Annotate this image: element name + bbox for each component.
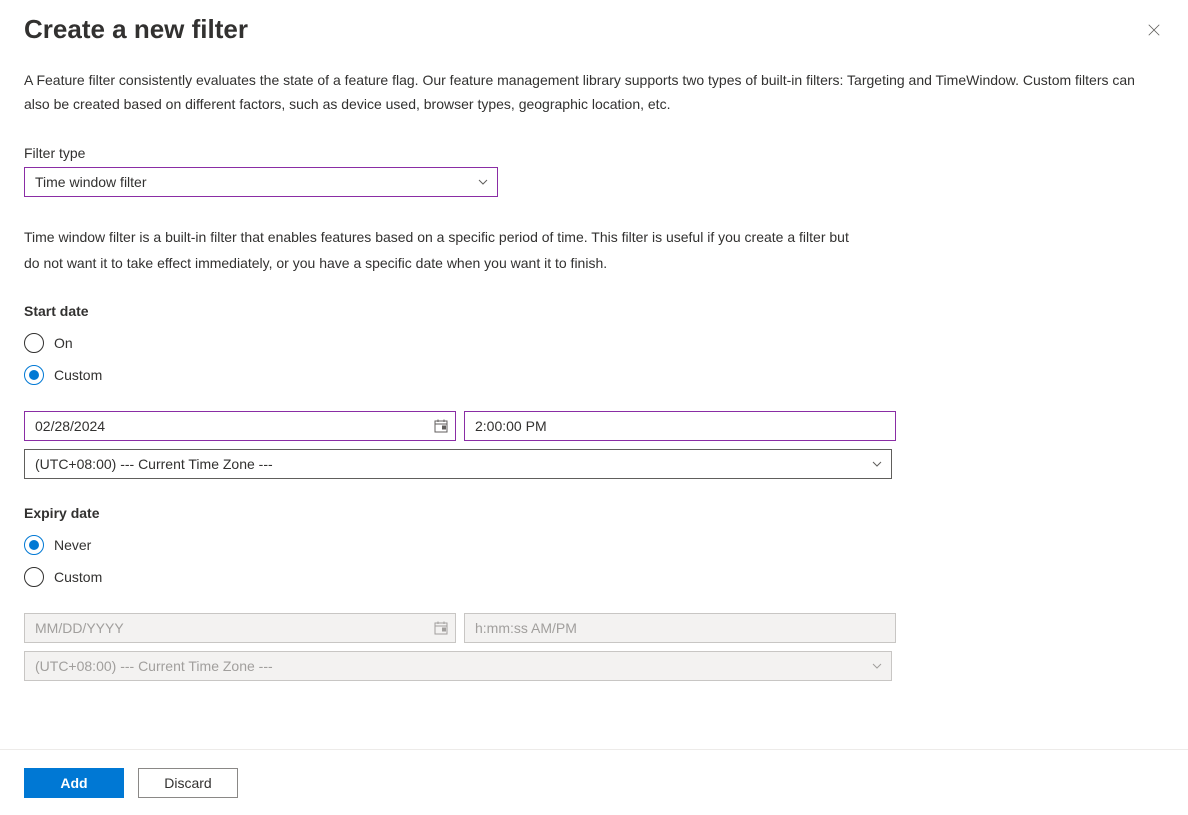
chevron-down-icon xyxy=(871,458,883,470)
radio-icon xyxy=(24,365,44,385)
expiry-date-label: Expiry date xyxy=(24,505,1164,521)
filter-type-label: Filter type xyxy=(24,145,1164,161)
add-button[interactable]: Add xyxy=(24,768,124,798)
radio-label: Custom xyxy=(54,367,102,383)
close-button[interactable] xyxy=(1144,20,1164,40)
expiry-date-radio-group: Never Custom xyxy=(24,529,1164,593)
radio-label: Custom xyxy=(54,569,102,585)
start-date-input[interactable]: 02/28/2024 xyxy=(24,411,456,441)
filter-type-value: Time window filter xyxy=(35,174,147,190)
radio-label: Never xyxy=(54,537,91,553)
page-title: Create a new filter xyxy=(24,14,248,45)
chevron-down-icon xyxy=(871,660,883,672)
start-date-value: 02/28/2024 xyxy=(35,418,105,434)
expiry-timezone-value: (UTC+08:00) --- Current Time Zone --- xyxy=(35,658,273,674)
radio-label: On xyxy=(54,335,73,351)
filter-type-dropdown[interactable]: Time window filter xyxy=(24,167,498,197)
start-timezone-value: (UTC+08:00) --- Current Time Zone --- xyxy=(35,456,273,472)
radio-icon xyxy=(24,333,44,353)
start-date-radio-on[interactable]: On xyxy=(24,327,1164,359)
start-time-value: 2:00:00 PM xyxy=(475,418,547,434)
start-timezone-dropdown[interactable]: (UTC+08:00) --- Current Time Zone --- xyxy=(24,449,892,479)
start-date-radio-custom[interactable]: Custom xyxy=(24,359,1164,391)
calendar-icon[interactable] xyxy=(433,418,449,434)
filter-type-explain: Time window filter is a built-in filter … xyxy=(24,225,864,277)
radio-icon xyxy=(24,535,44,555)
calendar-icon xyxy=(433,620,449,636)
expiry-time-input: h:mm:ss AM/PM xyxy=(464,613,896,643)
start-date-label: Start date xyxy=(24,303,1164,319)
radio-icon xyxy=(24,567,44,587)
chevron-down-icon xyxy=(477,176,489,188)
close-icon xyxy=(1147,23,1161,37)
description-text: A Feature filter consistently evaluates … xyxy=(24,69,1164,117)
expiry-date-placeholder: MM/DD/YYYY xyxy=(35,620,124,636)
start-time-input[interactable]: 2:00:00 PM xyxy=(464,411,896,441)
discard-button[interactable]: Discard xyxy=(138,768,238,798)
footer: Add Discard xyxy=(0,749,1188,815)
expiry-date-radio-custom[interactable]: Custom xyxy=(24,561,1164,593)
expiry-date-radio-never[interactable]: Never xyxy=(24,529,1164,561)
start-date-radio-group: On Custom xyxy=(24,327,1164,391)
expiry-timezone-dropdown: (UTC+08:00) --- Current Time Zone --- xyxy=(24,651,892,681)
expiry-date-input: MM/DD/YYYY xyxy=(24,613,456,643)
expiry-time-placeholder: h:mm:ss AM/PM xyxy=(475,620,577,636)
